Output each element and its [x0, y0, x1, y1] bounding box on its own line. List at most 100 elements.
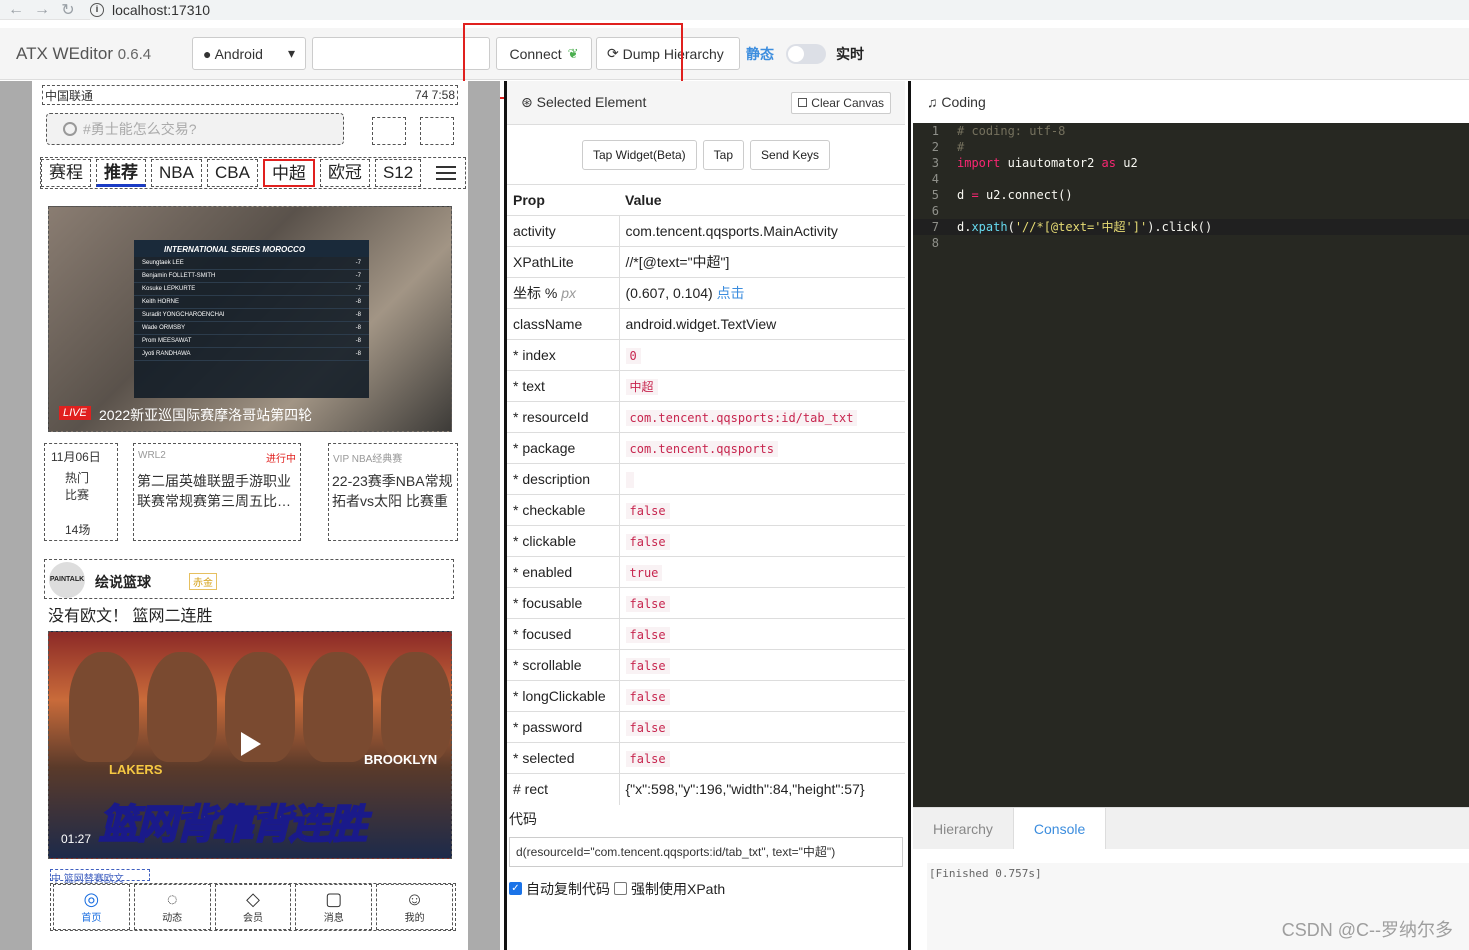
- nav-messages[interactable]: ▢ 消息: [295, 884, 373, 930]
- table-row: activity com.tencent.qqsports.MainActivit…: [507, 215, 905, 247]
- caret-down-icon: ▾: [287, 45, 295, 61]
- menu-icon[interactable]: [436, 162, 457, 184]
- scroll-hint: 中 篮网替赛欧文: [50, 869, 150, 885]
- post-header[interactable]: PAINTALK 绘说篮球 赤金: [44, 559, 454, 599]
- match-card-lol[interactable]: WRL2 进行中 第二届英雄联盟手游职业联赛常规赛第三周五比…: [133, 443, 301, 541]
- hero-title: 2022新亚巡国际赛摩洛哥站第四轮: [99, 407, 313, 423]
- live-badge: LIVE: [59, 406, 91, 420]
- carrier: 中国联通: [45, 88, 94, 103]
- basketball-icon: ◎: [83, 889, 100, 909]
- tab-cba[interactable]: CBA: [206, 159, 258, 187]
- tap-button[interactable]: Tap: [702, 140, 745, 170]
- send-keys-button[interactable]: Send Keys: [750, 140, 831, 170]
- table-row: * enabled true: [507, 556, 905, 588]
- author-name[interactable]: 绘说篮球: [95, 572, 151, 592]
- nav-me[interactable]: ☺ 我的: [376, 884, 453, 930]
- table-row: * text 中超: [507, 370, 905, 402]
- action-buttons: Tap Widget(Beta) Tap Send Keys: [507, 125, 905, 184]
- battery-level: 74: [414, 88, 429, 102]
- team-label: BROOKLYN: [364, 752, 438, 767]
- platform-select[interactable]: ● Android ▾: [192, 37, 306, 70]
- live-mode-toggle[interactable]: [786, 43, 826, 64]
- tab-ucl[interactable]: 欧冠: [319, 159, 370, 187]
- auto-copy-checkbox[interactable]: ✓: [509, 882, 522, 895]
- video-duration: 01:27: [61, 832, 92, 846]
- hero-banner[interactable]: INTERNATIONAL SERIES MOROCCO Seungtaek L…: [48, 206, 452, 432]
- nav-home[interactable]: ◎ 首页: [53, 884, 130, 930]
- gamepad-icon[interactable]: [372, 117, 406, 145]
- properties-table: Prop Value activity com.tencent.qqsports.M…: [507, 184, 905, 805]
- tap-widget-button[interactable]: Tap Widget(Beta): [581, 140, 697, 170]
- tab-nba[interactable]: NBA: [151, 159, 202, 187]
- status-bar: 中国联通 74 7:58: [42, 85, 458, 105]
- planet-icon: ◌: [166, 889, 178, 909]
- force-xpath-checkbox[interactable]: [614, 882, 627, 895]
- tab-schedule[interactable]: 赛程: [41, 159, 91, 187]
- selected-element-panel: ⊛ Selected Element Clear Canvas Tap Widg…: [504, 81, 905, 950]
- table-row: XPathLite//*[@text="中超"]: [507, 246, 905, 278]
- target-icon: ⊛: [521, 94, 537, 110]
- code-line: 7 d.xpath('//*[@text='中超']').click(): [913, 219, 1469, 235]
- table-row: * scrollable false: [507, 649, 905, 681]
- coord-click-link[interactable]: 点击: [717, 285, 745, 301]
- chat-icon: ▢: [325, 889, 343, 909]
- panel-title: Selected Element: [536, 94, 647, 110]
- code-output-field[interactable]: d(resourceId="com.tencent.qqsports:id/ta…: [509, 836, 903, 867]
- phone-screen[interactable]: 中国联通 74 7:58 #勇士能怎么交易? 赛程 推荐 NBA CBA 中超 …: [32, 81, 468, 950]
- avatar[interactable]: PAINTALK: [49, 562, 85, 598]
- leaderboard-row: Keith HORNE -8: [134, 296, 369, 309]
- square-icon: [798, 97, 808, 107]
- match-card-hot[interactable]: 11月06日 热门比赛 14场: [44, 443, 118, 541]
- diamond-icon: ◇: [246, 889, 260, 909]
- table-row: 坐标 % px (0.607, 0.104) 点击: [507, 277, 905, 309]
- address-bar[interactable]: i localhost:17310: [90, 0, 1469, 20]
- match-title: 第二届英雄联盟手游职业联赛常规赛第三周五比…: [137, 473, 291, 509]
- table-row: * longClickable false: [507, 680, 905, 712]
- live-status: 进行中: [266, 454, 296, 465]
- search-bar[interactable]: #勇士能怎么交易?: [46, 113, 344, 145]
- clear-canvas-button[interactable]: Clear Canvas: [791, 91, 891, 114]
- code-label: 代码: [509, 810, 537, 827]
- mode-live-label: 实时: [836, 45, 864, 62]
- table-row: * checkable false: [507, 494, 905, 526]
- table-row: * clickable false: [507, 525, 905, 557]
- code-line: 4: [931, 172, 939, 186]
- tab-s12[interactable]: S12: [374, 159, 422, 187]
- browser-bar: ← → ↻ i localhost:17310: [0, 0, 1469, 20]
- leaderboard-row: Suradit YONGCHAROENCHAI -8: [134, 309, 369, 322]
- clock: 7:58: [431, 88, 455, 102]
- author-badge: 赤金: [189, 573, 217, 590]
- table-row: * description: [507, 463, 905, 495]
- url-text: localhost:17310: [112, 1, 211, 18]
- watermark: CSDN @C--罗纳尔多: [1281, 920, 1453, 940]
- nav-feed[interactable]: ◌ 动态: [133, 884, 211, 930]
- back-icon[interactable]: ←: [6, 1, 26, 19]
- table-row: * resourceId com.tencent.qqsports:id/tab_…: [507, 401, 905, 433]
- brand: ATX WEditor 0.6.4: [16, 44, 184, 64]
- reload-icon[interactable]: ↻: [58, 0, 78, 20]
- tab-console[interactable]: Console: [1012, 808, 1107, 849]
- post-title[interactable]: 没有欧文！ 篮网二连胜: [48, 606, 448, 630]
- nav-vip[interactable]: ◇ 会员: [214, 884, 292, 930]
- code-line: 6: [931, 204, 939, 218]
- coding-header: ♫ Coding: [911, 81, 1469, 123]
- android-icon: ●: [203, 45, 212, 62]
- match-title: 22-23赛季NBA常规拓者vs太阳 比赛重: [332, 473, 453, 509]
- match-card-nba[interactable]: VIP NBA经典赛 22-23赛季NBA常规拓者vs太阳 比赛重: [328, 443, 458, 541]
- tab-hierarchy[interactable]: Hierarchy: [913, 808, 1013, 849]
- forward-icon[interactable]: →: [32, 1, 52, 19]
- code-editor[interactable]: 1 # coding: utf-8 2 # 3 import uiautomator2…: [913, 123, 1469, 807]
- info-icon[interactable]: i: [90, 2, 104, 17]
- play-icon[interactable]: [241, 732, 261, 756]
- league-label: WRL2: [138, 450, 166, 461]
- tab-csl[interactable]: 中超: [262, 159, 315, 187]
- leaderboard-title: INTERNATIONAL SERIES MOROCCO: [134, 240, 369, 257]
- tab-recommend[interactable]: 推荐: [96, 159, 146, 187]
- video-thumbnail[interactable]: LAKERS BROOKLYN 篮网背靠背连胜 01:27: [48, 631, 452, 859]
- leaderboard-row: Benjamin FOLLETT-SMITH -7: [134, 270, 369, 283]
- selected-element-header: ⊛ Selected Element Clear Canvas: [507, 81, 905, 125]
- platform-label: Android: [214, 45, 263, 62]
- tv-icon[interactable]: [420, 117, 454, 145]
- profile-icon: ☺: [405, 889, 424, 909]
- code-line: 1 # coding: utf-8: [931, 124, 1066, 138]
